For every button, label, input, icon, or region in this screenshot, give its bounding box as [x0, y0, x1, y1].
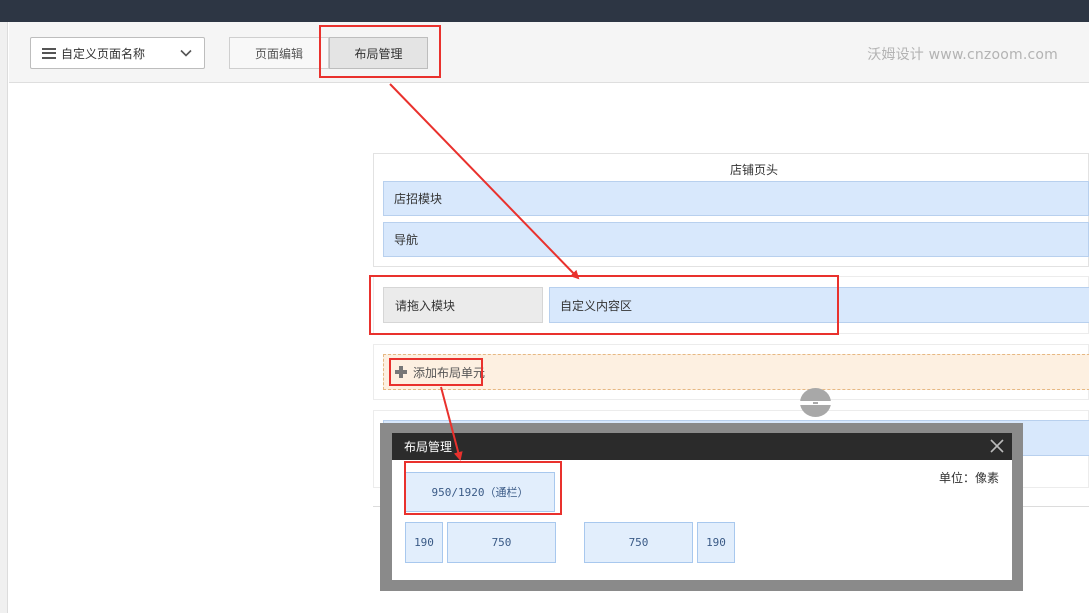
left-edge-panel [0, 22, 8, 613]
top-app-bar [0, 0, 1089, 22]
chevron-down-icon [180, 49, 192, 57]
layout-option-left-sidebar-narrow[interactable]: 190 [405, 522, 443, 563]
shop-header-title: 店铺页头 [729, 163, 778, 177]
layout-option-right-sidebar-main[interactable]: 750 [584, 522, 693, 563]
sign-module[interactable]: 店招模块 [383, 181, 1089, 216]
highlight-box-tab [319, 25, 441, 78]
page-selector-dropdown[interactable]: 自定义页面名称 [30, 37, 205, 69]
highlight-box-content-row [369, 275, 839, 335]
highlight-box-full-width-option [404, 461, 562, 515]
close-icon[interactable] [990, 439, 1004, 453]
menu-icon [42, 47, 56, 59]
unit-label: 单位：像素 [938, 471, 999, 485]
tab-page-edit[interactable]: 页面编辑 [229, 37, 329, 69]
layout-option-left-sidebar-main[interactable]: 750 [447, 522, 556, 563]
highlight-box-add-unit [389, 358, 483, 386]
add-layout-unit-button[interactable]: 添加布局单元 [383, 354, 1089, 390]
page-selector-label: 自定义页面名称 [61, 46, 146, 61]
dialog-titlebar: 布局管理 [392, 433, 1012, 460]
dialog-title: 布局管理 [404, 440, 453, 454]
navigation-module[interactable]: 导航 [383, 222, 1089, 257]
watermark-text: 沃姆设计 www.cnzoom.com [867, 47, 1058, 63]
shop-header-section: 店铺页头 店招模块 导航 [373, 153, 1089, 267]
layout-option-right-sidebar-narrow[interactable]: 190 [697, 522, 735, 563]
editor-toolbar: 自定义页面名称 页面编辑 布局管理 沃姆设计 www.cnzoom.com [9, 22, 1089, 83]
scroll-handle-icon[interactable] [800, 388, 831, 417]
